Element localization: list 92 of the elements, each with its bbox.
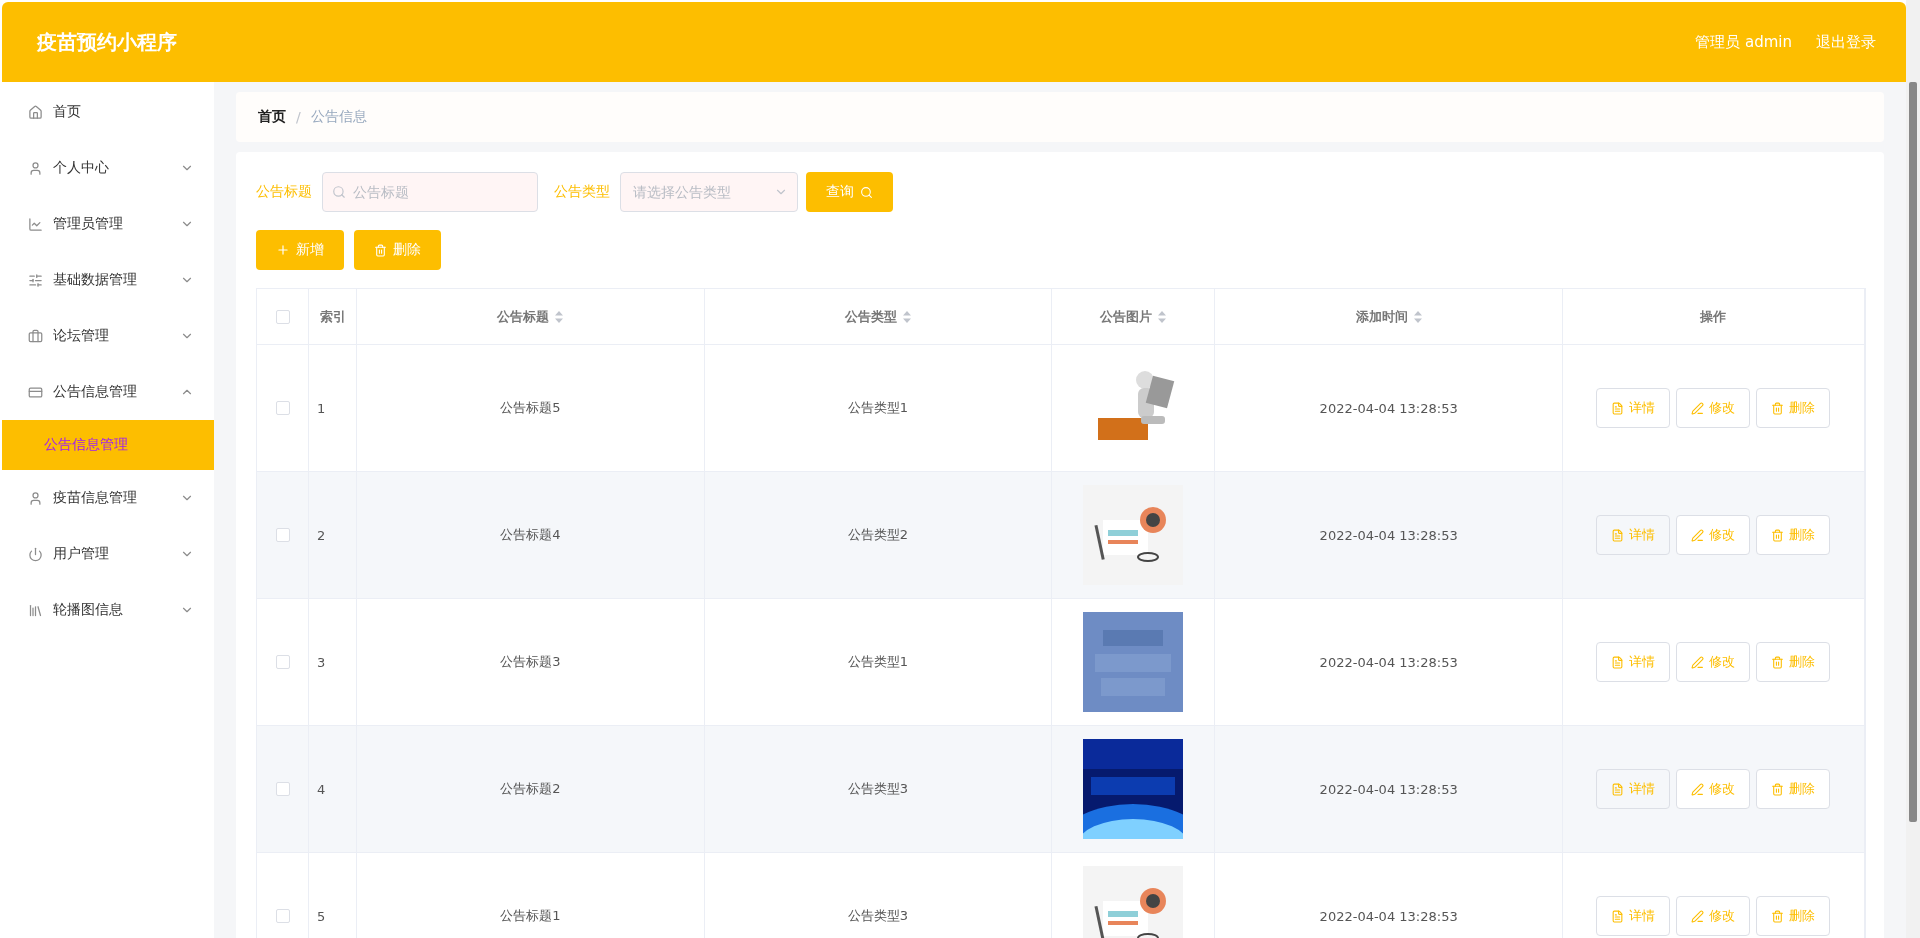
submenu-item[interactable]: 公告信息管理 bbox=[2, 420, 214, 470]
scrollbar[interactable] bbox=[1906, 0, 1920, 938]
search-icon bbox=[860, 185, 873, 199]
document-icon bbox=[1611, 528, 1625, 542]
detail-button[interactable]: 详情 bbox=[1596, 642, 1671, 682]
field-label: 公告标题 bbox=[256, 183, 312, 201]
table-cell: 2022-04-04 13:28:53 bbox=[1215, 726, 1563, 853]
menu-icon bbox=[28, 216, 43, 232]
trash-icon bbox=[1771, 909, 1785, 923]
table-cell: 1 bbox=[309, 345, 357, 472]
title-search-field[interactable]: 公告标题 bbox=[322, 172, 538, 212]
trash-icon bbox=[1771, 782, 1785, 796]
field-label: 公告类型 bbox=[554, 183, 610, 201]
row-checkbox[interactable] bbox=[275, 782, 290, 796]
row-checkbox[interactable] bbox=[275, 909, 290, 923]
delete-button[interactable]: 删除 bbox=[1756, 769, 1831, 809]
detail-button[interactable]: 详情 bbox=[1596, 896, 1671, 936]
breadcrumb-link[interactable]: 首页 bbox=[258, 108, 286, 126]
sort-icon[interactable] bbox=[555, 310, 564, 323]
trash-icon bbox=[1771, 528, 1785, 542]
table-cell: 公告标题5 bbox=[357, 345, 705, 472]
app-title: 疫苗预约小程序 bbox=[37, 28, 178, 56]
table-cell: 公告类型3 bbox=[704, 726, 1053, 853]
sort-icon[interactable] bbox=[1158, 310, 1167, 323]
logout-link[interactable]: 退出登录 bbox=[1816, 32, 1876, 52]
edit-button[interactable]: 修改 bbox=[1676, 896, 1751, 936]
sidebar-item[interactable]: 公告信息管理 bbox=[2, 364, 214, 420]
type-select[interactable]: 请选择公告类型 bbox=[620, 172, 798, 212]
table-cell: 公告类型1 bbox=[704, 345, 1053, 472]
sidebar-item[interactable]: 个人中心 bbox=[2, 140, 214, 196]
table-cell: 公告标题4 bbox=[357, 472, 705, 599]
table-cell: 2022-04-04 13:28:53 bbox=[1215, 345, 1563, 472]
detail-button[interactable]: 详情 bbox=[1596, 769, 1671, 809]
user-label[interactable]: 管理员 admin bbox=[1695, 32, 1792, 52]
delete-button[interactable]: 删除 bbox=[1756, 642, 1831, 682]
sidebar-item[interactable]: 疫苗信息管理 bbox=[2, 470, 214, 526]
pencil-icon bbox=[1691, 909, 1705, 923]
table-cell: 2022-04-04 13:28:53 bbox=[1215, 599, 1563, 726]
document-icon bbox=[1611, 782, 1625, 796]
table-cell: 公告标题3 bbox=[357, 599, 705, 726]
trash-icon bbox=[374, 243, 387, 257]
row-checkbox[interactable] bbox=[275, 528, 290, 542]
table-cell: 公告标题2 bbox=[357, 726, 705, 853]
table-cell: 3 bbox=[309, 599, 357, 726]
edit-button[interactable]: 修改 bbox=[1676, 515, 1751, 555]
pencil-icon bbox=[1691, 655, 1705, 669]
menu-icon bbox=[28, 104, 43, 120]
table-cell: 2022-04-04 13:28:53 bbox=[1215, 472, 1563, 599]
detail-button[interactable]: 详情 bbox=[1596, 388, 1671, 428]
query-button[interactable]: 查询 bbox=[806, 172, 893, 212]
row-checkbox[interactable] bbox=[275, 655, 290, 669]
document-icon bbox=[1611, 909, 1625, 923]
sidebar-item[interactable]: 论坛管理 bbox=[2, 308, 214, 364]
menu-icon bbox=[28, 546, 43, 562]
document-icon bbox=[1611, 655, 1625, 669]
delete-button[interactable]: 删除 bbox=[354, 230, 441, 270]
breadcrumb-separator: / bbox=[296, 109, 301, 125]
trash-icon bbox=[1771, 655, 1785, 669]
sort-icon[interactable] bbox=[1413, 310, 1422, 323]
detail-button[interactable]: 详情 bbox=[1596, 515, 1671, 555]
menu-icon bbox=[28, 160, 43, 176]
row-checkbox[interactable] bbox=[275, 401, 290, 415]
table-cell: 4 bbox=[309, 726, 357, 853]
sidebar-item[interactable]: 首页 bbox=[2, 84, 214, 140]
sidebar-item[interactable]: 基础数据管理 bbox=[2, 252, 214, 308]
menu-icon bbox=[28, 602, 43, 618]
pencil-icon bbox=[1691, 401, 1705, 415]
document-icon bbox=[1611, 401, 1625, 415]
sort-icon[interactable] bbox=[903, 310, 911, 323]
table-cell: 公告类型1 bbox=[704, 599, 1053, 726]
edit-button[interactable]: 修改 bbox=[1676, 388, 1751, 428]
select-all-checkbox[interactable] bbox=[275, 309, 290, 324]
edit-button[interactable]: 修改 bbox=[1676, 642, 1751, 682]
delete-button[interactable]: 删除 bbox=[1756, 388, 1831, 428]
table-cell: 2 bbox=[309, 472, 357, 599]
add-button[interactable]: 新增 bbox=[256, 230, 344, 270]
menu-icon bbox=[28, 328, 43, 344]
sidebar-item[interactable]: 用户管理 bbox=[2, 526, 214, 582]
breadcrumb-link[interactable]: 公告信息 bbox=[310, 108, 367, 126]
delete-button[interactable]: 删除 bbox=[1756, 515, 1831, 555]
sidebar-item[interactable]: 管理员管理 bbox=[2, 196, 214, 252]
edit-button[interactable]: 修改 bbox=[1676, 769, 1751, 809]
sidebar-item[interactable]: 轮播图信息 bbox=[2, 582, 214, 638]
plus-icon bbox=[276, 243, 290, 257]
delete-button[interactable]: 删除 bbox=[1756, 896, 1831, 936]
pencil-icon bbox=[1691, 782, 1705, 796]
menu-icon bbox=[28, 272, 43, 288]
table-cell: 公告类型2 bbox=[704, 472, 1053, 599]
menu-icon bbox=[28, 384, 43, 400]
menu-icon bbox=[28, 490, 43, 506]
trash-icon bbox=[1771, 401, 1785, 415]
pencil-icon bbox=[1691, 528, 1705, 542]
